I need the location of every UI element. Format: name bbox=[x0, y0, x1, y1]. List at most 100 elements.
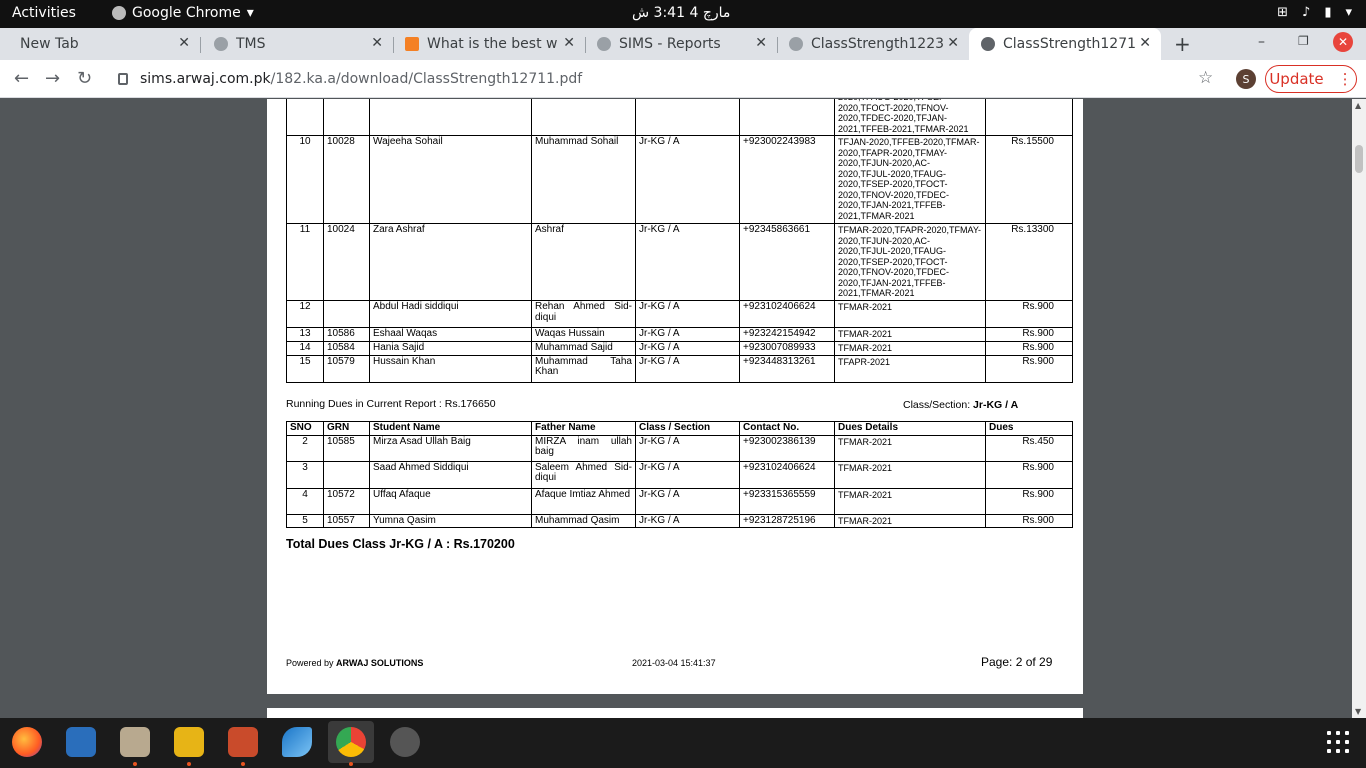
battery-icon: ▮ bbox=[1324, 5, 1332, 20]
globe-icon bbox=[214, 37, 228, 51]
tab-classstrength-1223[interactable]: ClassStrength1223 ✕ bbox=[777, 28, 969, 60]
clock[interactable]: مارچ 4 3:41 ش bbox=[632, 5, 730, 21]
chevron-down-icon: ▾ bbox=[246, 5, 254, 21]
url-host: sims.arwaj.com.pk bbox=[140, 71, 271, 87]
bookmark-star-icon[interactable]: ☆ bbox=[1198, 68, 1213, 88]
tab-classstrength-1271[interactable]: ClassStrength1271 ✕ bbox=[969, 28, 1161, 60]
table-header-row: SNO GRN Student Name Father Name Class /… bbox=[286, 421, 1073, 436]
powered-brand: ARWAJ SOLUTIONS bbox=[336, 658, 424, 668]
globe-icon bbox=[789, 37, 803, 51]
col-sno: SNO bbox=[286, 421, 324, 436]
globe-icon bbox=[981, 37, 995, 51]
table-row: 14 10584 Hania Sajid Muhammad Sajid Jr-K… bbox=[286, 341, 1073, 356]
reload-button[interactable]: ↻ bbox=[77, 68, 92, 89]
lock-icon bbox=[118, 73, 128, 85]
col-dues: Dues bbox=[985, 421, 1073, 436]
close-icon[interactable]: ✕ bbox=[563, 35, 575, 51]
col-dues-details: Dues Details bbox=[834, 421, 986, 436]
tab-tms[interactable]: TMS ✕ bbox=[200, 28, 393, 60]
close-icon[interactable]: ✕ bbox=[371, 35, 383, 51]
tab-label: ClassStrength1271 bbox=[1003, 36, 1137, 52]
pdf-viewer[interactable]: 2020,TFAUG-2020,TFSEP-2020,TFOCT-2020,TF… bbox=[0, 99, 1366, 718]
profile-avatar[interactable]: S bbox=[1236, 69, 1256, 89]
table-row: 10 10028 Wajeeha Sohail Muhammad Sohail … bbox=[286, 135, 1073, 224]
class-section-value: Jr-KG / A bbox=[973, 399, 1019, 411]
table-row: 2 10585 Mirza Asad Ullah Baig MIRZA inam… bbox=[286, 434, 1073, 462]
url-path: /182.ka.a/download/ClassStrength12711.pd… bbox=[270, 71, 583, 87]
powered-by: Powered by ARWAJ SOLUTIONS bbox=[286, 658, 423, 668]
browser-toolbar: ← → ↻ sims.arwaj.com.pk /182.ka.a/downlo… bbox=[0, 60, 1366, 98]
close-icon[interactable]: ✕ bbox=[1139, 35, 1151, 51]
close-icon[interactable]: ✕ bbox=[755, 35, 767, 51]
tab-new-tab[interactable]: New Tab ✕ bbox=[0, 28, 200, 60]
scroll-down-icon[interactable]: ▼ bbox=[1355, 707, 1361, 716]
show-applications-icon[interactable] bbox=[1327, 731, 1349, 753]
table-row: 11 10024 Zara Ashraf Ashraf Jr-KG / A +9… bbox=[286, 223, 1073, 301]
table-row: 5 10557 Yumna Qasim Muhammad Qasim Jr-KG… bbox=[286, 513, 1073, 528]
col-father: Father Name bbox=[531, 421, 636, 436]
new-tab-button[interactable]: + bbox=[1174, 32, 1191, 56]
scrollbar-thumb[interactable] bbox=[1355, 145, 1363, 173]
chrome-icon bbox=[112, 6, 126, 20]
col-class: Class / Section bbox=[635, 421, 740, 436]
table-row: 12 Abdul Hadi siddiqui Rehan Ahmed Sid-d… bbox=[286, 300, 1073, 328]
dues-table-continued: 2020,TFAUG-2020,TFSEP-2020,TFOCT-2020,TF… bbox=[286, 99, 1073, 383]
report-timestamp: 2021-03-04 15:41:37 bbox=[632, 658, 716, 668]
activities-button[interactable]: Activities bbox=[12, 5, 76, 21]
update-label: Update bbox=[1269, 70, 1324, 88]
app-menu[interactable]: Google Chrome ▾ bbox=[112, 5, 254, 21]
chrome-icon[interactable] bbox=[336, 727, 366, 757]
software-updater-icon[interactable] bbox=[390, 727, 420, 757]
close-window-button[interactable]: ✕ bbox=[1333, 32, 1353, 52]
forward-button[interactable]: → bbox=[45, 68, 60, 89]
firefox-icon[interactable] bbox=[12, 727, 42, 757]
tab-label: What is the best w bbox=[427, 36, 558, 52]
system-tray[interactable]: ⊞ ♪ ▮ ▾ bbox=[1277, 5, 1352, 20]
tab-label: SIMS - Reports bbox=[619, 36, 721, 52]
tab-strip: New Tab ✕ TMS ✕ What is the best w ✕ SIM… bbox=[0, 28, 1366, 60]
tab-stackoverflow[interactable]: What is the best w ✕ bbox=[393, 28, 585, 60]
vertical-scrollbar[interactable]: ▲ ▼ bbox=[1352, 99, 1366, 718]
globe-icon bbox=[597, 37, 611, 51]
back-button[interactable]: ← bbox=[14, 68, 29, 89]
scroll-up-icon[interactable]: ▲ bbox=[1355, 101, 1361, 110]
table-row: 4 10572 Uffaq Afaque Afaque Imtiaz Ahmed… bbox=[286, 487, 1073, 515]
address-bar[interactable]: sims.arwaj.com.pk /182.ka.a/download/Cla… bbox=[108, 64, 1228, 94]
network-icon: ⊞ bbox=[1277, 5, 1289, 20]
update-button[interactable]: Update ⋮ bbox=[1265, 65, 1357, 93]
files-icon[interactable] bbox=[120, 727, 150, 757]
more-menu-icon: ⋮ bbox=[1337, 70, 1353, 88]
tab-label: TMS bbox=[236, 36, 266, 52]
col-student: Student Name bbox=[369, 421, 532, 436]
total-dues: Total Dues Class Jr-KG / A : Rs.170200 bbox=[286, 537, 515, 551]
tab-label: New Tab bbox=[20, 36, 79, 52]
close-icon[interactable]: ✕ bbox=[947, 35, 959, 51]
chevron-down-icon: ▾ bbox=[1345, 5, 1352, 20]
running-dues-text: Running Dues in Current Report : Rs.1766… bbox=[286, 398, 496, 410]
col-contact: Contact No. bbox=[739, 421, 835, 436]
dues-table: SNO GRN Student Name Father Name Class /… bbox=[286, 421, 1073, 528]
page-number: Page: 2 of 29 bbox=[981, 655, 1053, 669]
app-icon[interactable] bbox=[174, 727, 204, 757]
class-section-caption: Class/Section: Jr-KG / A bbox=[903, 399, 1018, 411]
stackoverflow-icon bbox=[405, 37, 419, 51]
app-name: Google Chrome bbox=[132, 5, 241, 21]
table-row: 2020,TFAUG-2020,TFSEP-2020,TFOCT-2020,TF… bbox=[286, 99, 1073, 136]
tab-label: ClassStrength1223 bbox=[811, 36, 945, 52]
volume-icon: ♪ bbox=[1302, 5, 1311, 20]
class-section-label: Class/Section: bbox=[903, 399, 971, 411]
close-icon[interactable]: ✕ bbox=[178, 35, 190, 51]
table-row: 13 10586 Eshaal Waqas Waqas Hussain Jr-K… bbox=[286, 327, 1073, 342]
dock bbox=[0, 718, 1366, 768]
minimize-button[interactable]: – bbox=[1258, 34, 1265, 50]
remote-desktop-icon[interactable] bbox=[282, 727, 312, 757]
screenshot-icon[interactable] bbox=[228, 727, 258, 757]
powered-prefix: Powered by bbox=[286, 658, 334, 668]
table-row: 15 10579 Hussain Khan Muhammad Taha Khan… bbox=[286, 354, 1073, 383]
col-grn: GRN bbox=[323, 421, 370, 436]
tab-sims-reports[interactable]: SIMS - Reports ✕ bbox=[585, 28, 777, 60]
pdf-page: 2020,TFAUG-2020,TFSEP-2020,TFOCT-2020,TF… bbox=[267, 99, 1083, 694]
system-top-bar: Activities Google Chrome ▾ مارچ 4 3:41 ش… bbox=[0, 0, 1366, 28]
maximize-button[interactable]: ❐ bbox=[1298, 34, 1309, 48]
writer-icon[interactable] bbox=[66, 727, 96, 757]
